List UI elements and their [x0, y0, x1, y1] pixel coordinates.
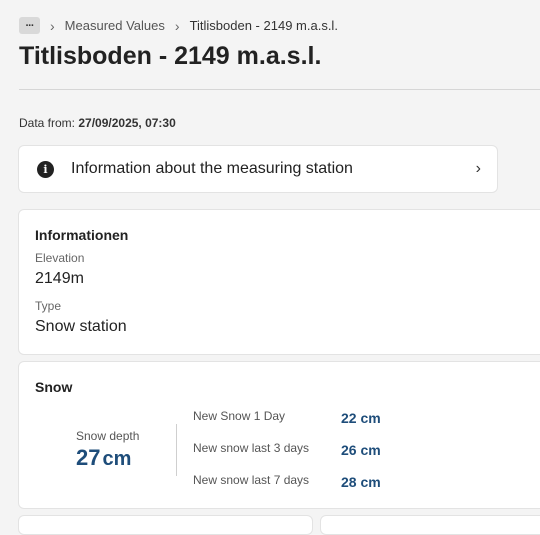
- card-title: Informationen: [35, 227, 129, 243]
- breadcrumb-current: Titlisboden - 2149 m.a.s.l.: [189, 18, 338, 33]
- snow-depth-value: 27 cm: [76, 445, 131, 471]
- elevation-value: 2149m: [35, 270, 84, 287]
- card-partial: [18, 515, 313, 535]
- type-label: Type: [35, 299, 62, 313]
- new-snow-7-days-label: New snow last 7 days: [193, 473, 310, 487]
- breadcrumb-link-measured-values[interactable]: Measured Values: [65, 18, 165, 33]
- breadcrumb-more-button[interactable]: ···: [19, 17, 40, 34]
- page-title: Titlisboden - 2149 m.a.s.l.: [19, 42, 322, 70]
- chevron-right-icon: ›: [475, 160, 481, 177]
- data-timestamp: Data from: 27/09/2025, 07:30: [19, 116, 176, 130]
- type-value: Snow station: [35, 318, 127, 335]
- snow-depth-unit: cm: [102, 448, 132, 470]
- card-title: Snow: [35, 379, 73, 395]
- snow-depth-label: Snow depth: [76, 429, 140, 443]
- new-snow-3-days-value: 26 cm: [341, 442, 381, 458]
- new-snow-1-day-value: 22 cm: [341, 410, 381, 426]
- data-from-label: Data from:: [19, 116, 76, 130]
- informationen-card: Informationen Elevation 2149m Type Snow …: [18, 209, 540, 355]
- info-icon: i: [37, 160, 54, 178]
- station-info-button[interactable]: i Information about the measuring statio…: [18, 145, 498, 193]
- station-info-label: Information about the measuring station: [71, 160, 353, 177]
- new-snow-3-days-label: New snow last 3 days: [193, 441, 310, 455]
- snow-card: Snow Snow depth 27 cm New Snow 1 Day 22 c…: [18, 361, 540, 509]
- data-from-value: 27/09/2025, 07:30: [78, 116, 176, 130]
- divider: [19, 89, 540, 90]
- elevation-label: Elevation: [35, 251, 85, 265]
- snow-depth-number: 27: [76, 445, 101, 470]
- chevron-right-icon: ›: [174, 17, 180, 34]
- new-snow-1-day-label: New Snow 1 Day: [193, 409, 286, 423]
- chevron-right-icon: ›: [50, 17, 55, 34]
- breadcrumb: ··· › Measured Values › Titlisboden - 21…: [19, 17, 338, 34]
- card-partial: [320, 515, 540, 535]
- divider: [176, 424, 177, 476]
- new-snow-7-days-value: 28 cm: [341, 474, 381, 490]
